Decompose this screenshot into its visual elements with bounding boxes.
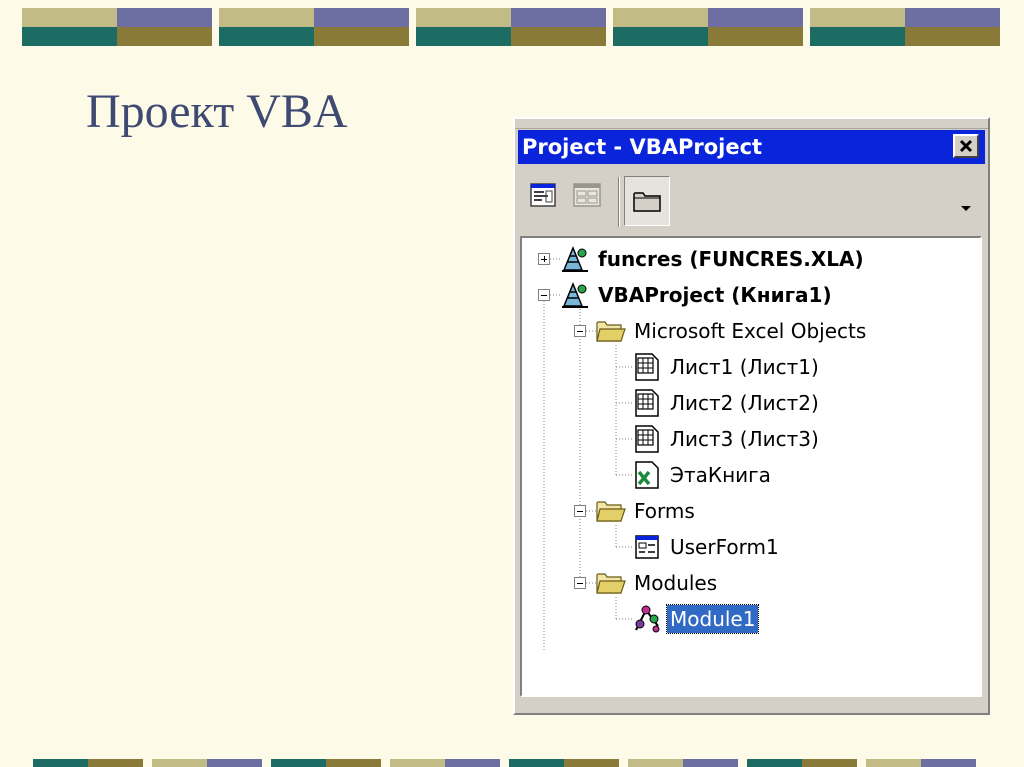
window-top-strip — [515, 119, 988, 129]
project-explorer-window: Project - VBAProject funcres (FUNCRES.XL… — [513, 117, 990, 715]
collapse-toggle[interactable] — [574, 325, 586, 337]
vba-project-icon — [560, 244, 590, 274]
tree-item-label: Лист2 (Лист2) — [670, 391, 819, 415]
tree-item-modules[interactable]: Modules — [596, 568, 720, 598]
band-block — [509, 759, 619, 767]
band-block — [33, 759, 143, 767]
toolbar-separator — [618, 177, 620, 227]
collapse-toggle[interactable] — [538, 289, 550, 301]
tree-item-excel-objects[interactable]: Microsoft Excel Objects — [596, 316, 869, 346]
excel-workbook-icon — [632, 460, 662, 490]
close-x-icon — [959, 139, 973, 153]
toolbar-dropdown-arrow-icon[interactable] — [961, 206, 971, 211]
band-block — [866, 759, 976, 767]
band-block — [613, 8, 803, 46]
slide-title: Проект VBA — [86, 85, 348, 138]
userform-icon — [632, 532, 662, 562]
band-block — [22, 8, 212, 46]
expand-toggle[interactable] — [538, 253, 550, 265]
tree-item-label: ЭтаКнига — [670, 463, 771, 487]
tree-item-module1[interactable]: Module1 — [632, 604, 760, 634]
tree-item-vbaproject[interactable]: VBAProject (Книга1) — [560, 280, 835, 310]
tree-item-label: Forms — [634, 499, 695, 523]
collapse-toggle[interactable] — [574, 505, 586, 517]
vba-project-icon — [560, 280, 590, 310]
tree-item-userform1[interactable]: UserForm1 — [632, 532, 782, 562]
band-block — [747, 759, 857, 767]
tree-item-label: Modules — [634, 571, 718, 595]
tree-item-this-workbook[interactable]: ЭтаКнига — [632, 460, 774, 490]
band-block — [628, 759, 738, 767]
toggle-folders-button[interactable] — [624, 176, 670, 226]
module-icon — [632, 604, 662, 634]
open-folder-icon — [596, 496, 626, 526]
window-titlebar[interactable]: Project - VBAProject — [518, 130, 985, 164]
collapse-toggle[interactable] — [574, 577, 586, 589]
tree-item-label: Лист1 (Лист1) — [670, 355, 819, 379]
tree-item-label: VBAProject (Книга1) — [598, 283, 832, 307]
project-tree: funcres (FUNCRES.XLA) VBAProject (Книга1… — [520, 236, 982, 697]
view-code-icon — [530, 183, 556, 207]
open-folder-icon — [596, 568, 626, 598]
worksheet-icon — [632, 352, 662, 382]
tree-item-funcres[interactable]: funcres (FUNCRES.XLA) — [560, 244, 867, 274]
tree-item-label: Module1 — [665, 604, 760, 634]
explorer-toolbar — [518, 169, 985, 229]
view-object-button[interactable] — [570, 178, 604, 212]
open-folder-icon — [596, 316, 626, 346]
band-block — [390, 759, 500, 767]
tree-item-label: UserForm1 — [670, 535, 779, 559]
band-block — [416, 8, 606, 46]
worksheet-icon — [632, 424, 662, 454]
tree-item-sheet1[interactable]: Лист1 (Лист1) — [632, 352, 822, 382]
tree-item-label: funcres (FUNCRES.XLA) — [598, 247, 864, 271]
band-block — [810, 8, 1000, 46]
folder-icon — [633, 192, 661, 212]
band-block — [152, 759, 262, 767]
view-object-icon — [573, 183, 601, 207]
worksheet-icon — [632, 388, 662, 418]
view-code-button[interactable] — [526, 178, 560, 212]
tree-item-sheet3[interactable]: Лист3 (Лист3) — [632, 424, 822, 454]
close-button[interactable] — [953, 134, 979, 158]
tree-item-label: Microsoft Excel Objects — [634, 319, 867, 343]
window-title: Project - VBAProject — [522, 135, 763, 159]
tree-item-label: Лист3 (Лист3) — [670, 427, 819, 451]
band-block — [271, 759, 381, 767]
tree-item-sheet2[interactable]: Лист2 (Лист2) — [632, 388, 822, 418]
band-block — [219, 8, 409, 46]
tree-item-forms[interactable]: Forms — [596, 496, 698, 526]
